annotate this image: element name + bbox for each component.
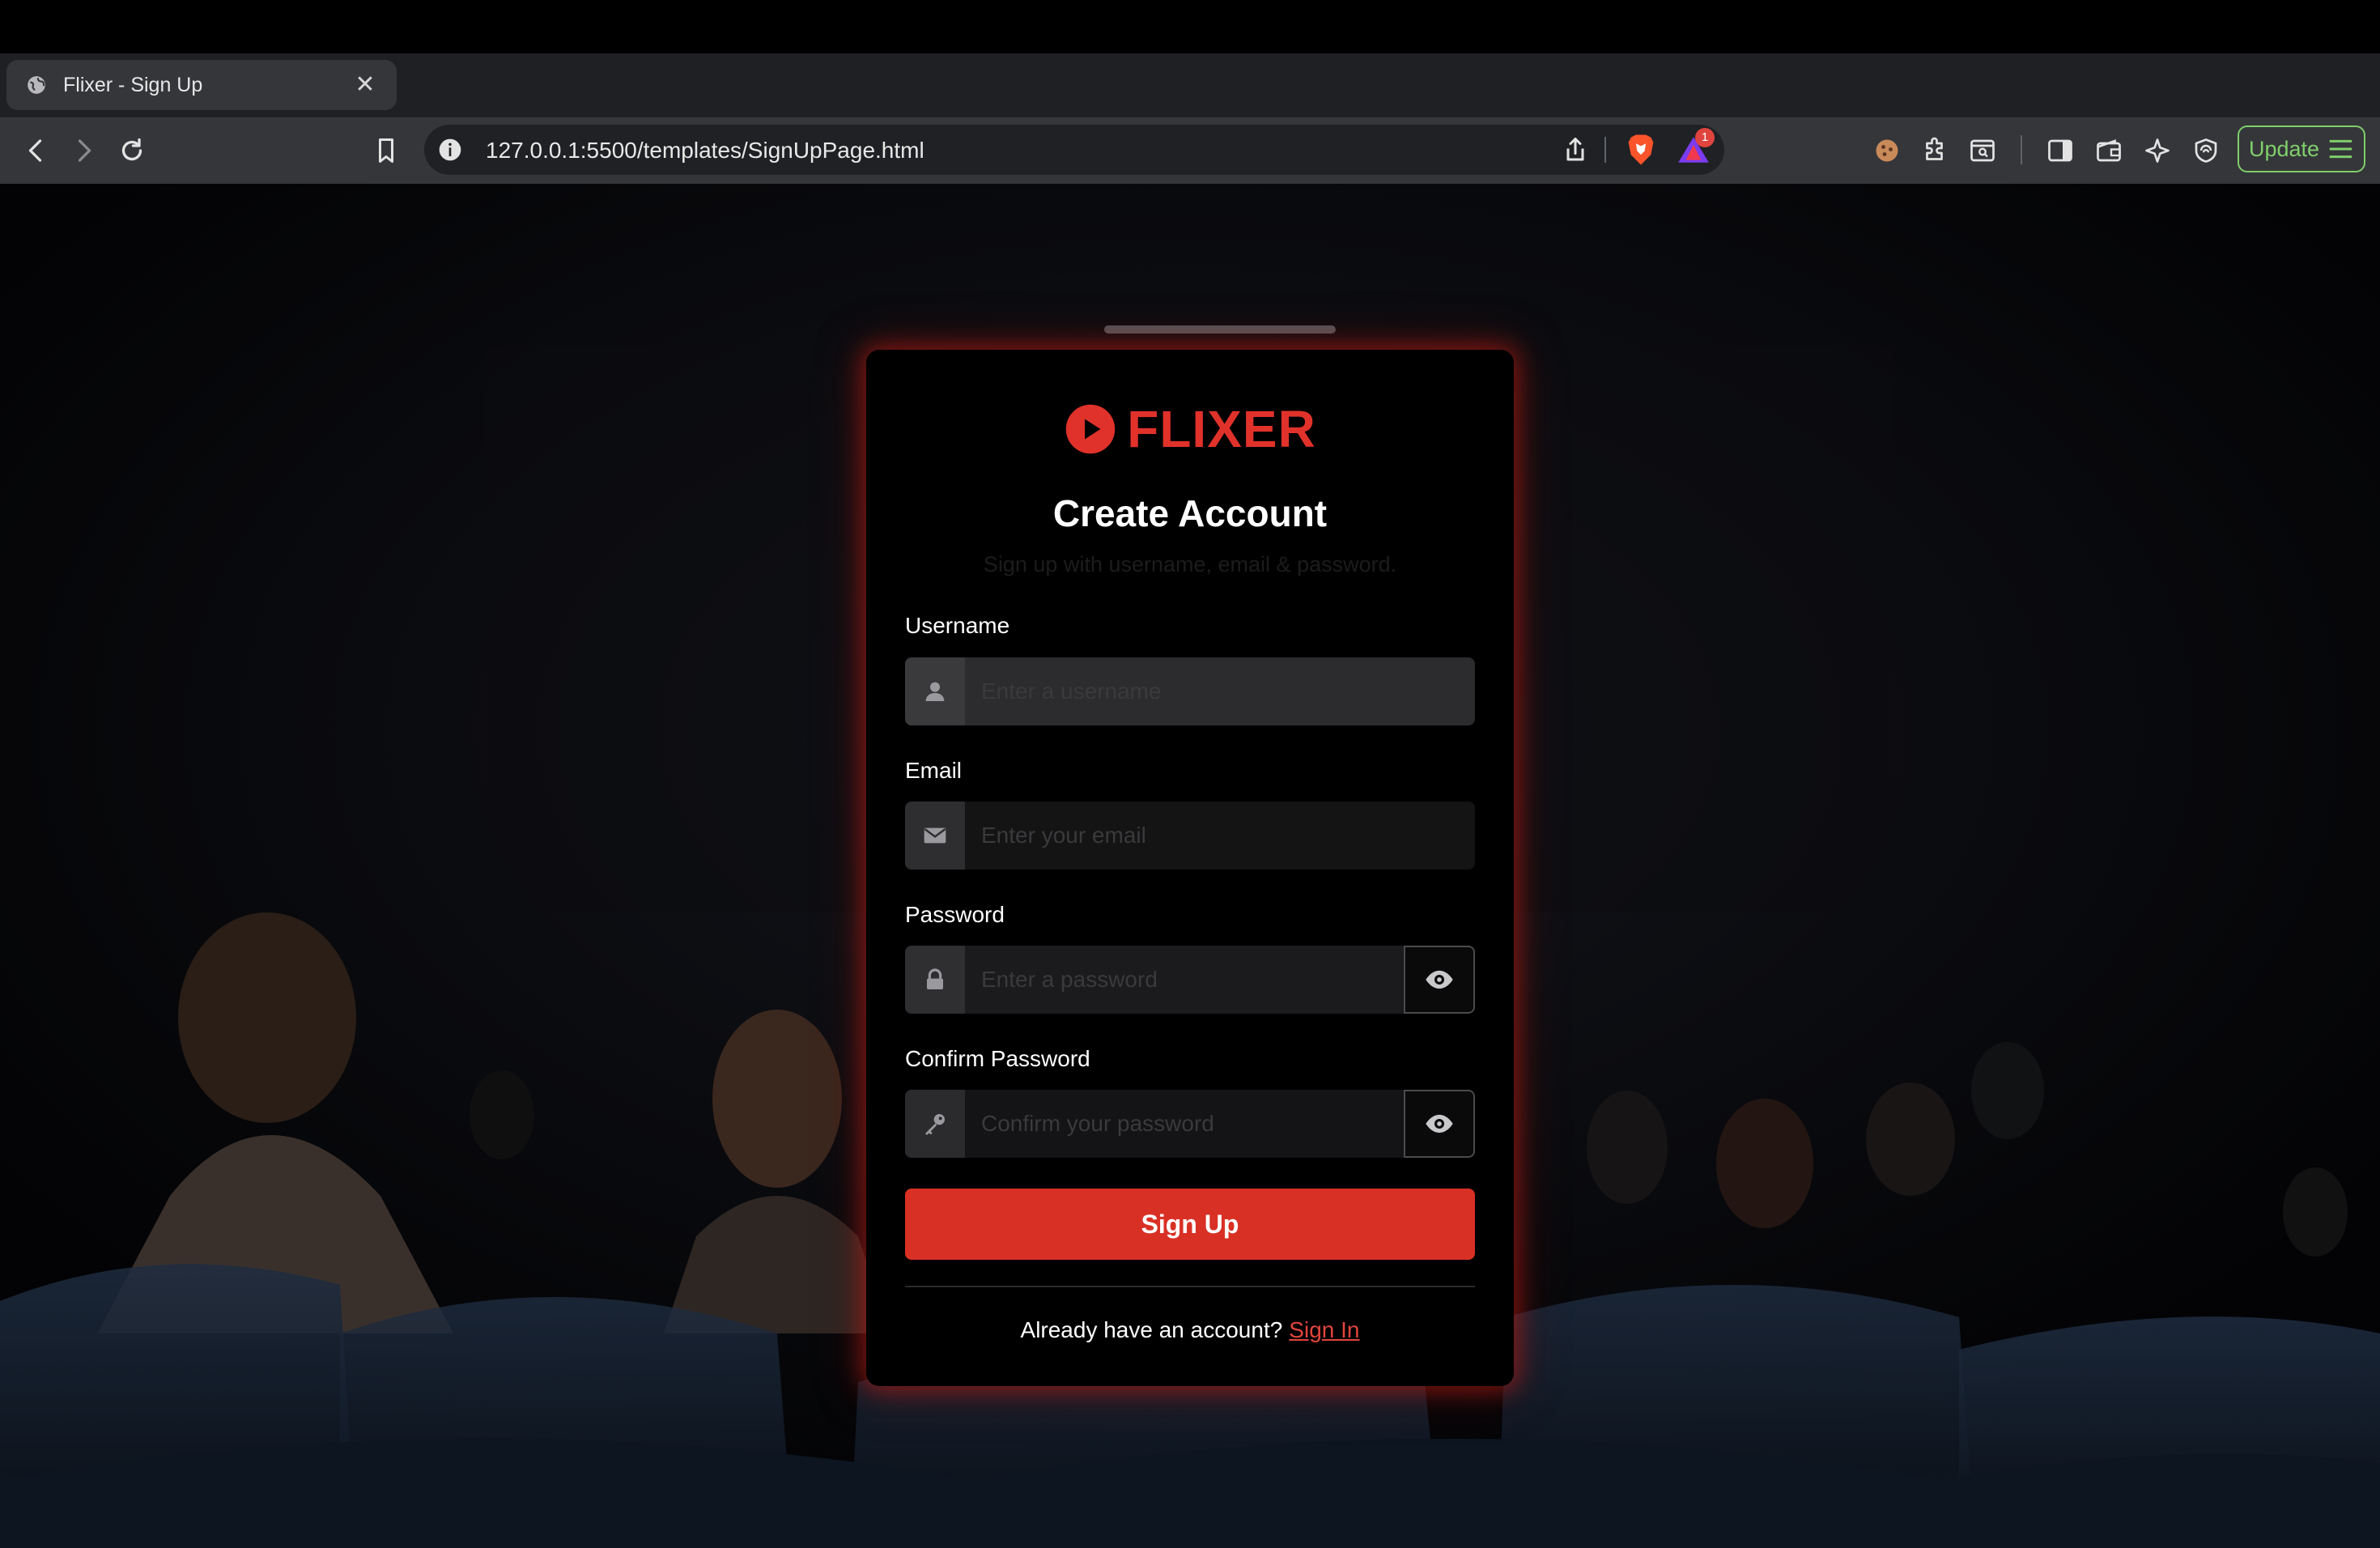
signup-card: FLIXER Create Account Sign up with usern… xyxy=(866,350,1514,1386)
update-label: Update xyxy=(2249,136,2320,161)
sign-in-prompt-text: Already have an account? xyxy=(1020,1317,1283,1342)
password-input[interactable] xyxy=(965,946,1404,1014)
email-input[interactable] xyxy=(965,802,1475,870)
lock-icon xyxy=(905,946,965,1014)
confirm-password-input[interactable] xyxy=(965,1090,1404,1158)
tab-flixer-signup[interactable]: Flixer - Sign Up ✕ xyxy=(6,60,397,110)
sign-up-button[interactable]: Sign Up xyxy=(905,1189,1475,1260)
forward-icon[interactable] xyxy=(66,134,100,168)
email-group xyxy=(905,802,1475,870)
page-search-icon[interactable] xyxy=(1966,134,2000,168)
eye-icon xyxy=(1426,970,1453,989)
globe-icon xyxy=(28,76,45,94)
url-text[interactable]: 127.0.0.1:5500/templates/SignUpPage.html xyxy=(486,138,924,164)
brand-name: FLIXER xyxy=(1127,400,1316,458)
username-input[interactable] xyxy=(965,657,1475,725)
page-subtitle: Sign up with username, email & password. xyxy=(983,552,1397,576)
info-icon[interactable] xyxy=(437,137,463,163)
key-icon xyxy=(905,1090,965,1158)
leo-ai-icon[interactable] xyxy=(2140,134,2174,168)
confirm-password-group xyxy=(905,1090,1475,1158)
menu-icon xyxy=(2329,139,2352,159)
user-icon xyxy=(905,657,965,725)
address-bar[interactable]: 127.0.0.1:5500/templates/SignUpPage.html… xyxy=(424,125,1724,175)
password-label: Password xyxy=(905,902,1005,927)
tab-title: Flixer - Sign Up xyxy=(63,73,203,96)
toggle-confirm-password-visibility-button[interactable] xyxy=(1404,1090,1475,1158)
brave-shields-icon[interactable] xyxy=(1626,134,1656,166)
brand-logo: FLIXER xyxy=(866,400,1514,458)
update-button[interactable]: Update xyxy=(2238,125,2365,172)
window-titlebar xyxy=(0,0,2380,53)
sign-in-link[interactable]: Sign In xyxy=(1289,1317,1359,1342)
page-viewport: FLIXER Create Account Sign up with usern… xyxy=(0,184,2380,1548)
username-group xyxy=(905,657,1475,725)
card-divider xyxy=(905,1286,1475,1287)
confirm-password-label: Confirm Password xyxy=(905,1046,1090,1071)
tab-close-icon[interactable]: ✕ xyxy=(353,73,377,97)
password-group xyxy=(905,946,1475,1014)
page-title: Create Account xyxy=(1052,492,1328,534)
envelope-icon xyxy=(905,802,965,870)
wallet-icon[interactable] xyxy=(2092,134,2126,168)
rewards-badge: 1 xyxy=(1695,128,1715,147)
share-icon[interactable] xyxy=(1561,135,1590,164)
browser-toolbar: 127.0.0.1:5500/templates/SignUpPage.html… xyxy=(0,117,2380,184)
bookmark-icon[interactable] xyxy=(369,134,403,168)
cookie-icon[interactable] xyxy=(1870,134,1904,168)
eye-icon xyxy=(1426,1114,1453,1133)
extensions-icon[interactable] xyxy=(1919,134,1953,168)
vpn-icon[interactable] xyxy=(2189,134,2223,168)
omnibox-separator xyxy=(1604,137,1606,163)
play-logo-icon xyxy=(1065,404,1116,454)
reload-icon[interactable] xyxy=(115,134,149,168)
back-icon[interactable] xyxy=(19,134,53,168)
toolbar-divider xyxy=(2021,135,2022,164)
sign-in-prompt: Already have an account? Sign In xyxy=(866,1317,1514,1343)
card-drag-handle xyxy=(1104,325,1336,334)
toggle-password-visibility-button[interactable] xyxy=(1404,946,1475,1014)
username-label: Username xyxy=(905,613,1010,638)
email-label: Email xyxy=(905,758,963,783)
sidebar-icon[interactable] xyxy=(2043,134,2077,168)
tab-strip: Flixer - Sign Up ✕ + xyxy=(0,53,2380,156)
